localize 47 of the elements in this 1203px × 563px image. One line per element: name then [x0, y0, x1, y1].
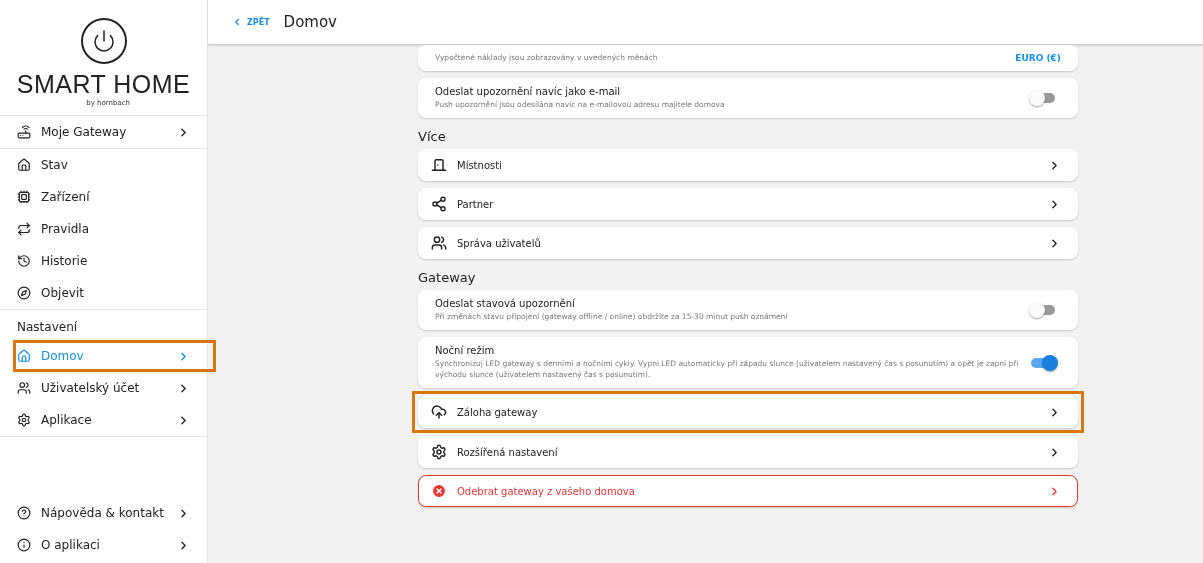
setting-title: Odeslat stavová upozornění [435, 298, 576, 309]
sidebar-icon [17, 538, 31, 552]
section-heading: Gateway [418, 270, 477, 285]
sidebar-item[interactable]: Pravidla [0, 213, 207, 245]
section-heading: Více [418, 129, 447, 144]
sidebar-item[interactable]: Zařízení [0, 181, 207, 213]
sidebar-item[interactable]: Nápověda & kontakt [0, 497, 207, 529]
item-icon [431, 404, 447, 420]
sidebar-item[interactable]: Moje Gateway [0, 116, 207, 148]
menu-item[interactable]: Záloha gateway [418, 396, 1078, 428]
sidebar-icon [17, 190, 31, 204]
sidebar-icon [17, 222, 31, 236]
item-icon [431, 235, 447, 251]
remove-gateway-button[interactable]: Odebrat gateway z vašeho domova [418, 475, 1078, 507]
chevron-icon [232, 17, 242, 27]
menu-item[interactable]: Místnosti [418, 149, 1078, 181]
error-icon [431, 483, 447, 499]
menu-item[interactable]: Rozšířená nastavení [418, 436, 1078, 468]
toggle-switch[interactable] [1031, 357, 1055, 368]
sidebar-heading: Nastavení [16, 319, 79, 336]
sidebar-item[interactable]: Aplikace [0, 404, 207, 436]
sidebar-icon [17, 286, 31, 300]
sidebar-item[interactable]: O aplikaci [0, 529, 207, 561]
logo-title: SMART HOME [16, 70, 191, 99]
sidebar-icon [17, 349, 31, 363]
sidebar-item[interactable]: Domov [13, 340, 216, 372]
sidebar-item[interactable]: Objevit [0, 277, 207, 309]
item-icon [431, 444, 447, 460]
menu-item[interactable]: Partner [418, 188, 1078, 220]
setting-title: Odeslat upozornění navíc jako e-mail [435, 86, 622, 97]
sidebar-icon [17, 158, 31, 172]
toggle-switch[interactable] [1031, 93, 1055, 103]
toggle-switch[interactable] [1031, 305, 1055, 315]
sidebar-icon [17, 413, 31, 427]
item-icon [431, 196, 447, 212]
sidebar-item[interactable]: Historie [0, 245, 207, 277]
sidebar-item[interactable]: Stav [0, 149, 207, 181]
sidebar-icon [17, 506, 31, 520]
logo-icon [80, 18, 127, 64]
page-title: Domov [283, 13, 337, 31]
sidebar-icon [17, 254, 31, 268]
item-icon [431, 157, 447, 173]
menu-item[interactable]: Správa uživatelů [418, 227, 1078, 259]
setting-title: Noční režim [435, 345, 496, 356]
sidebar-item[interactable]: Uživatelský účet [0, 372, 207, 404]
sidebar-icon [17, 125, 31, 139]
sidebar-icon [17, 381, 31, 395]
